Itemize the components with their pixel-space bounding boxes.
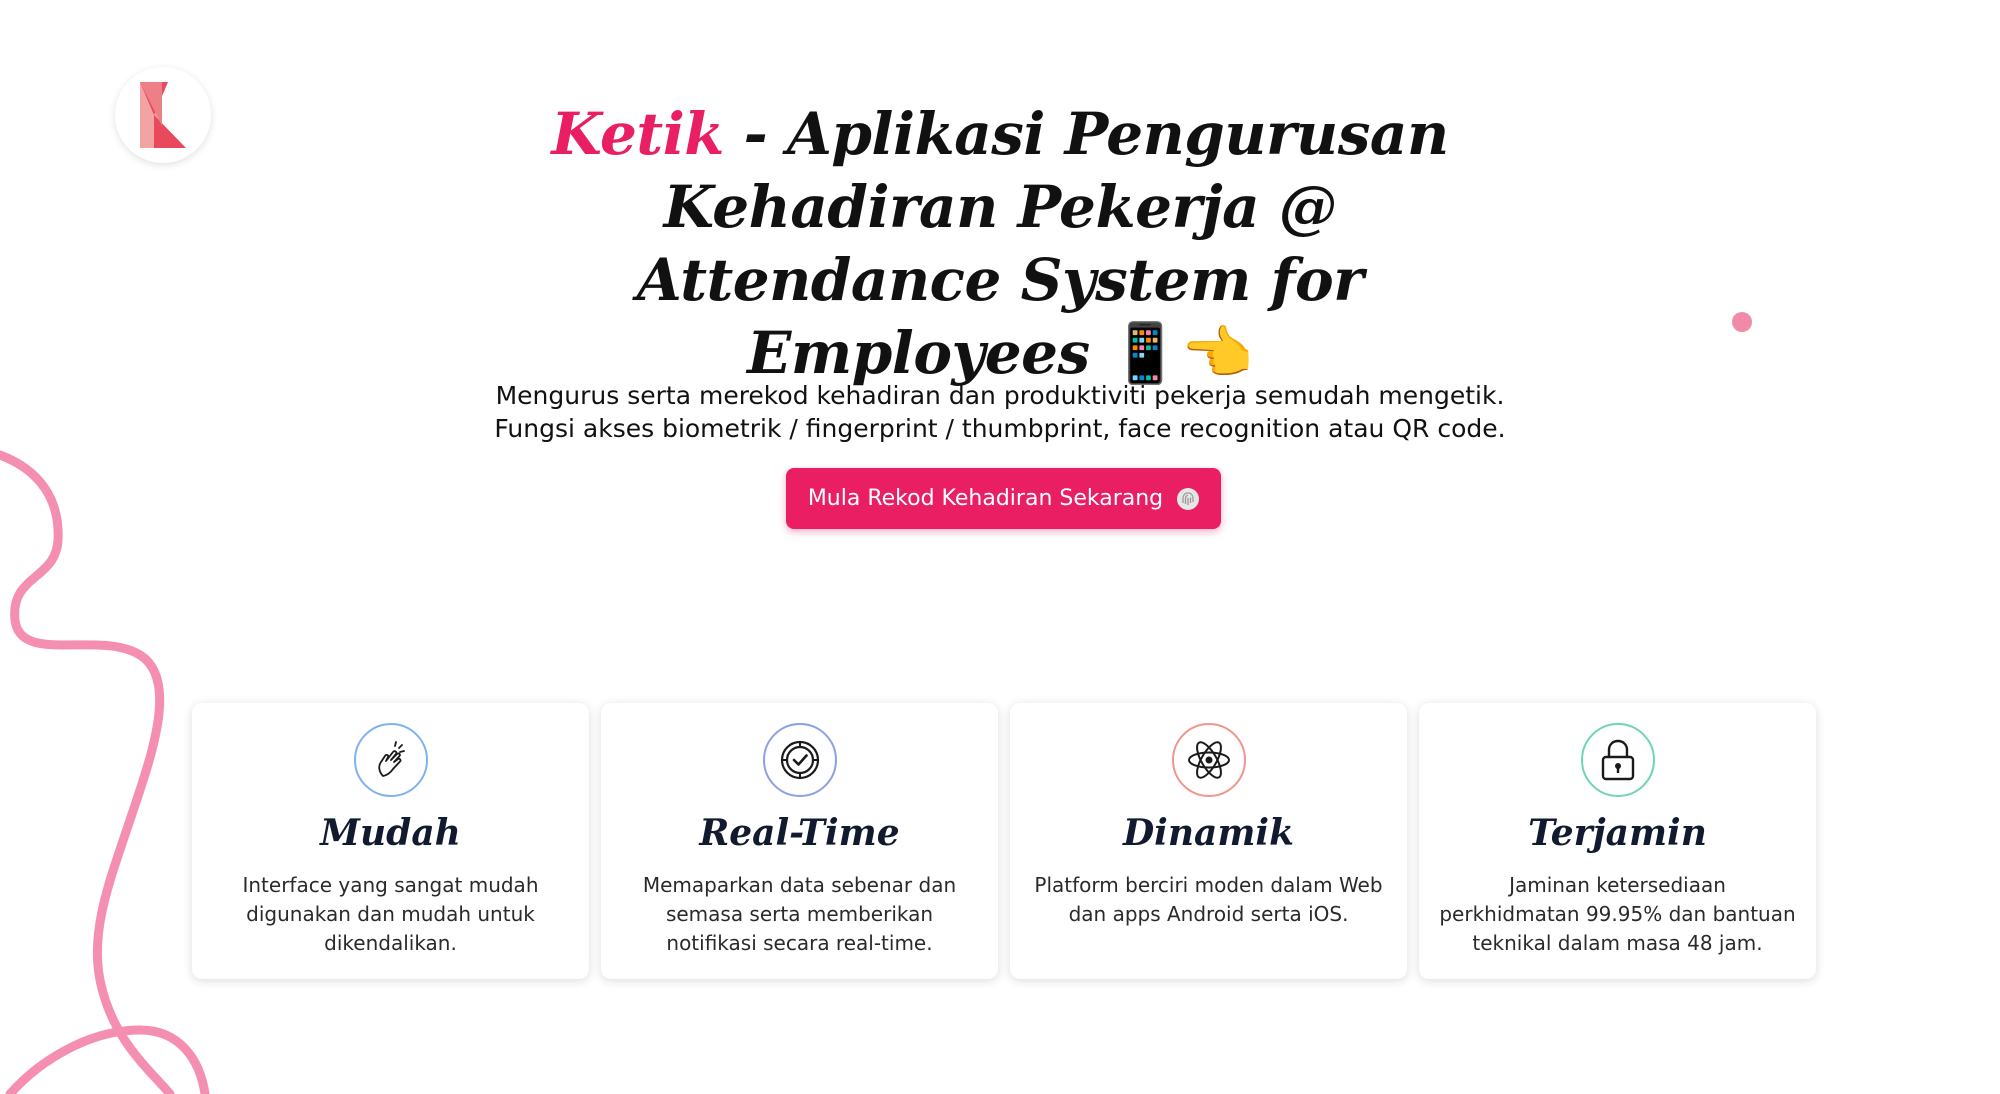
feature-title: Dinamik: [1122, 812, 1295, 854]
feature-icon-ring: [1580, 723, 1655, 797]
hero-title: Ketik - Aplikasi Pengurusan Kehadiran Pe…: [480, 98, 1520, 390]
padlock-icon: [1601, 739, 1634, 781]
feature-description: Jaminan ketersediaan perkhidmatan 99.95%…: [1439, 873, 1796, 955]
feature-card-mudah: Mudah Interface yang sangat mudah diguna…: [192, 703, 589, 979]
feature-title: Real-Time: [699, 812, 900, 854]
decorative-dot: [1732, 312, 1752, 332]
clock-check-icon: [780, 740, 819, 780]
feature-icon-ring: [762, 723, 837, 797]
atom-icon: [1187, 741, 1230, 779]
ketik-logo[interactable]: [115, 67, 211, 163]
fingerprint-icon: [1177, 487, 1200, 510]
feature-card-terjamin: Terjamin Jaminan ketersediaan perkhidmat…: [1419, 703, 1816, 979]
snap-fingers-icon: [377, 741, 405, 777]
feature-card-dinamik: Dinamik Platform berciri moden dalam Web…: [1010, 703, 1407, 979]
feature-description: Platform berciri moden dalam Web dan app…: [1034, 873, 1383, 926]
feature-description: Memaparkan data sebenar dan semasa serta…: [642, 873, 957, 955]
feature-card-real-time: Real-Time Memaparkan data sebenar dan se…: [601, 703, 998, 979]
feature-description: Interface yang sangat mudah digunakan da…: [242, 873, 539, 955]
feature-cards: Mudah Interface yang sangat mudah diguna…: [192, 703, 1816, 979]
ketik-k-logo-icon: [140, 82, 186, 148]
feature-title: Terjamin: [1528, 812, 1707, 854]
brand-name: Ketik: [551, 100, 724, 168]
hero-subtitle: Mengurus serta merekod kehadiran dan pro…: [494, 381, 1506, 443]
start-attendance-button[interactable]: Mula Rekod Kehadiran Sekarang: [786, 468, 1221, 529]
cta-label: Mula Rekod Kehadiran Sekarang: [807, 486, 1164, 511]
hero-title-text: - Aplikasi Pengurusan Kehadiran Pekerja …: [636, 100, 1449, 387]
landing-page: Ketik - Aplikasi Pengurusan Kehadiran Pe…: [0, 0, 2000, 1094]
feature-icon-ring: [1171, 723, 1246, 797]
feature-title: Mudah: [320, 812, 461, 854]
phone-pointing-emoji: 📱👈: [1109, 319, 1253, 387]
feature-icon-ring: [353, 723, 428, 797]
